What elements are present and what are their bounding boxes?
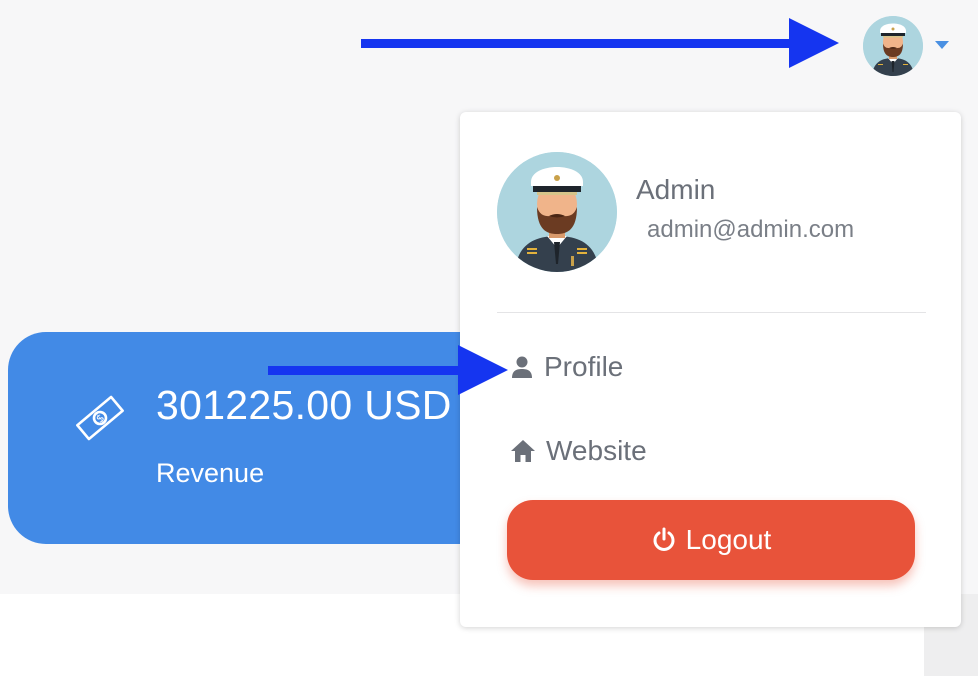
captain-avatar-icon [863,16,923,76]
captain-avatar-icon [497,152,617,272]
caret-down-icon[interactable] [935,41,949,49]
menu-item-website[interactable]: Website [510,426,647,476]
menu-item-profile[interactable]: Profile [510,342,623,392]
money-icon: $ [76,395,124,441]
menu-item-label: Website [546,435,647,466]
menu-item-label: Profile [544,351,624,382]
user-icon [512,356,532,378]
logout-label: Logout [685,524,772,555]
user-menu-dropdown: Admin admin@admin.com Profile Website Lo… [460,112,961,627]
divider [497,312,926,313]
user-name: Admin [636,174,716,205]
user-avatar [497,152,617,272]
annotation-arrow-profile [268,345,508,395]
annotation-arrow-avatar [361,18,839,68]
home-icon [511,440,535,462]
power-icon [653,527,675,551]
user-email: admin@admin.com [647,216,855,243]
revenue-label: Revenue [156,458,265,488]
logout-button[interactable]: Logout [507,500,915,580]
header-avatar-button[interactable] [863,16,923,76]
